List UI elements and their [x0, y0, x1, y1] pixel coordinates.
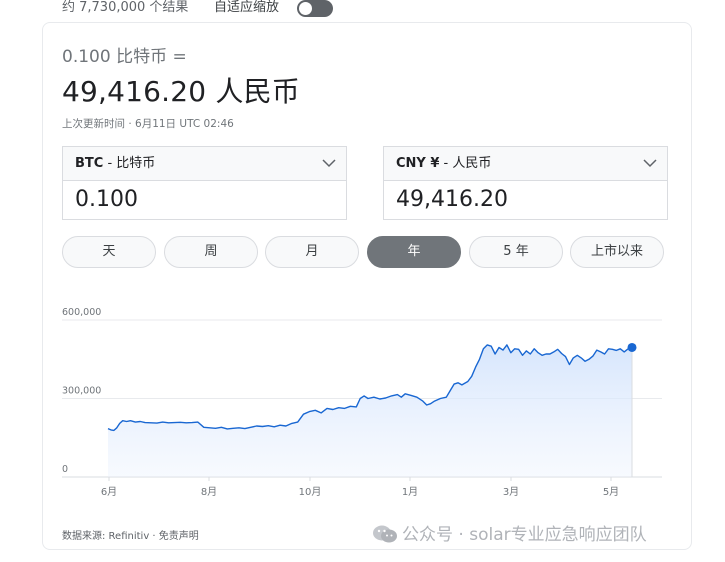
to-currency-code: CNY ¥: [396, 156, 440, 171]
range-day-button[interactable]: 天: [62, 236, 156, 268]
x-tick-label: 6月: [101, 486, 117, 498]
x-tick-label: 1月: [402, 486, 418, 498]
from-currency-box: BTC - 比特币 0.100: [62, 146, 347, 220]
last-updated: 上次更新时间 · 6月11日 UTC 02:46: [62, 118, 234, 130]
wechat-icon: [373, 525, 397, 543]
range-week-button[interactable]: 周: [164, 236, 258, 268]
range-all-button[interactable]: 上市以来: [570, 236, 664, 268]
to-currency-box: CNY ¥ - 人民币 49,416.20: [383, 146, 668, 220]
y-tick-label: 600,000: [62, 307, 101, 318]
adaptive-zoom-toggle[interactable]: [297, 0, 333, 17]
y-tick-label: 0: [62, 464, 68, 475]
conversion-result: 49,416.20 人民币: [62, 75, 301, 108]
results-count: 约 7,730,000 个结果: [62, 0, 189, 15]
from-amount-input[interactable]: 0.100: [75, 187, 138, 212]
range-month-button[interactable]: 月: [265, 236, 359, 268]
watermark: 公众号 · solar专业应急响应团队: [372, 520, 647, 545]
to-amount-input[interactable]: 49,416.20: [396, 187, 508, 212]
x-tick-label: 3月: [503, 486, 519, 498]
chevron-down-icon: [322, 159, 336, 168]
top-bar: 约 7,730,000 个结果 自适应缩放: [0, 0, 725, 18]
range-5year-button[interactable]: 5 年: [469, 236, 563, 268]
x-tick-label: 10月: [299, 486, 322, 498]
conversion-source-line: 0.100 比特币 =: [62, 47, 187, 67]
from-currency-name: - 比特币: [103, 156, 156, 171]
adaptive-zoom-label: 自适应缩放: [214, 0, 280, 15]
x-tick-label: 8月: [201, 486, 217, 498]
to-currency-select[interactable]: CNY ¥ - 人民币: [384, 147, 667, 181]
chevron-down-icon: [643, 159, 657, 168]
to-currency-name: - 人民币: [439, 156, 492, 171]
toggle-knob: [299, 2, 312, 15]
from-currency-code: BTC: [75, 156, 104, 171]
x-tick-label: 5月: [603, 486, 619, 498]
data-source-note: 数据来源: Refinitiv · 免责声明: [62, 531, 199, 542]
y-tick-label: 300,000: [62, 386, 101, 397]
range-year-button[interactable]: 年: [367, 236, 461, 268]
current-price-dot[interactable]: [627, 342, 637, 352]
price-area: [108, 344, 632, 477]
from-currency-select[interactable]: BTC - 比特币: [63, 147, 346, 181]
watermark-text: 公众号 · solar专业应急响应团队: [402, 525, 647, 545]
price-chart[interactable]: 600,000 300,000 0 6月 8月 10月 1月 3月 5月: [52, 296, 672, 506]
